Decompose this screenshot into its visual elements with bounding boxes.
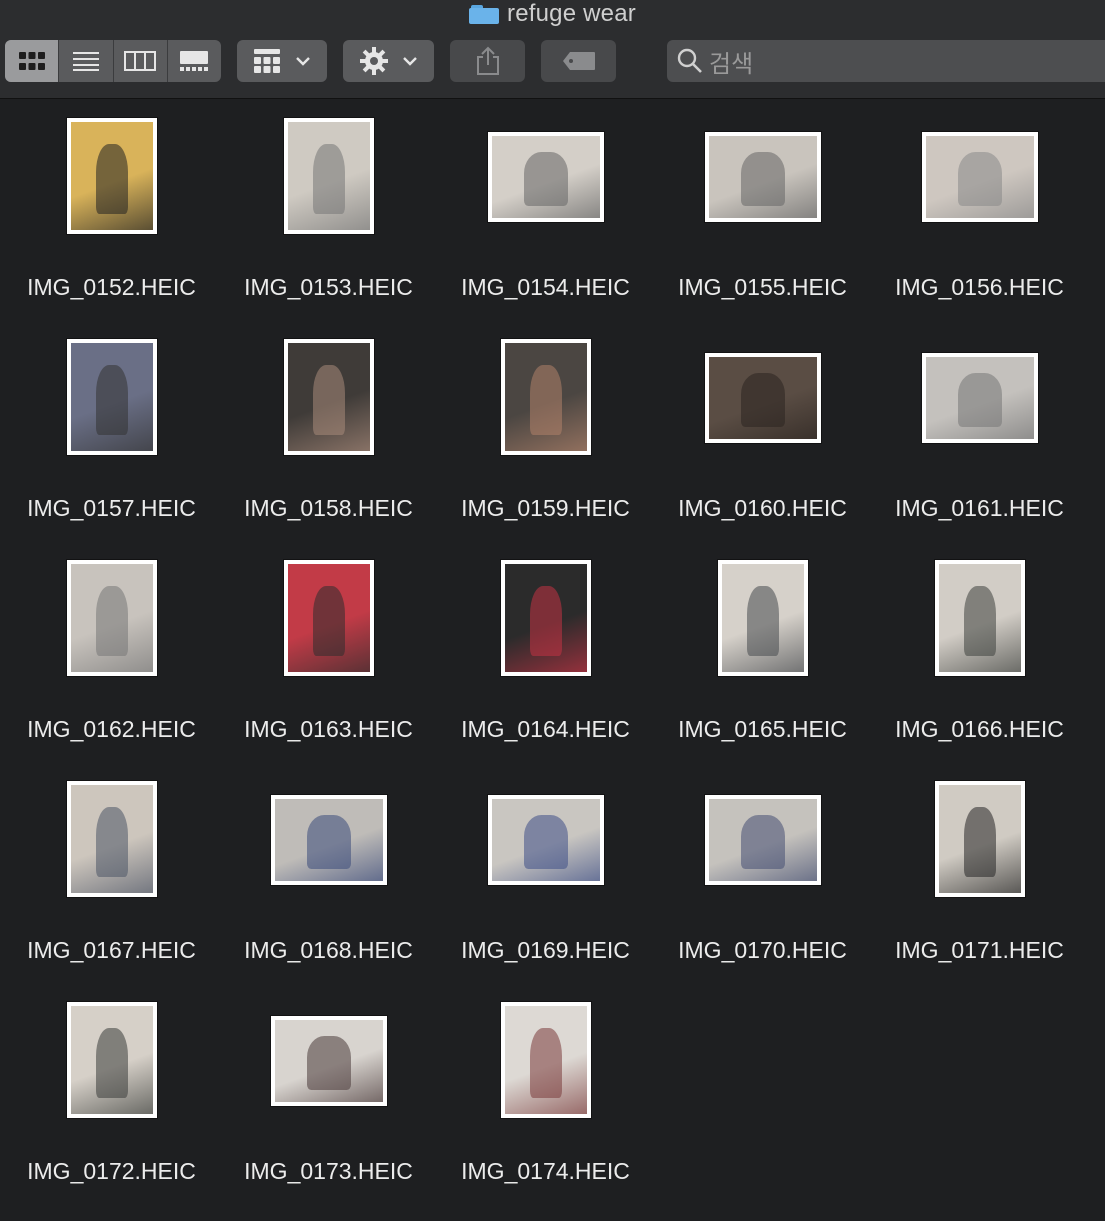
gear-icon: [359, 47, 388, 75]
file-thumbnail[interactable]: [705, 132, 821, 222]
file-name: IMG_0164.HEIC: [461, 716, 630, 742]
file-item[interactable]: IMG_0152.HEIC: [3, 116, 220, 337]
file-thumbnail[interactable]: [501, 1002, 591, 1118]
gallery-view-button[interactable]: [168, 40, 221, 82]
file-item[interactable]: IMG_0159.HEIC: [437, 337, 654, 558]
window-title: refuge wear: [0, 0, 1105, 28]
file-thumbnail[interactable]: [705, 353, 821, 443]
column-view-button[interactable]: [114, 40, 168, 82]
file-name: IMG_0159.HEIC: [461, 495, 630, 521]
file-name: IMG_0160.HEIC: [678, 495, 847, 521]
file-item[interactable]: IMG_0158.HEIC: [220, 337, 437, 558]
file-name: IMG_0166.HEIC: [895, 716, 1064, 742]
file-item[interactable]: IMG_0153.HEIC: [220, 116, 437, 337]
file-item[interactable]: IMG_0154.HEIC: [437, 116, 654, 337]
file-item[interactable]: IMG_0171.HEIC: [871, 779, 1088, 1000]
file-item[interactable]: IMG_0174.HEIC: [437, 1000, 654, 1221]
file-thumbnail[interactable]: [284, 118, 374, 234]
file-thumbnail[interactable]: [501, 560, 591, 676]
file-name: IMG_0167.HEIC: [27, 937, 196, 963]
file-item[interactable]: IMG_0165.HEIC: [654, 558, 871, 779]
view-mode-switcher: [5, 40, 221, 82]
file-thumbnail[interactable]: [922, 353, 1038, 443]
file-name: IMG_0174.HEIC: [461, 1158, 630, 1184]
window-title-text: refuge wear: [507, 0, 636, 27]
file-item[interactable]: IMG_0156.HEIC: [871, 116, 1088, 337]
file-thumbnail[interactable]: [271, 795, 387, 885]
window-toolbar: refuge wear 검색: [0, 0, 1105, 99]
icon-view-button[interactable]: [5, 40, 60, 82]
file-thumbnail[interactable]: [67, 339, 157, 455]
file-name: IMG_0158.HEIC: [244, 495, 413, 521]
file-thumbnail[interactable]: [488, 795, 604, 885]
file-item[interactable]: IMG_0163.HEIC: [220, 558, 437, 779]
file-item[interactable]: IMG_0164.HEIC: [437, 558, 654, 779]
file-name: IMG_0157.HEIC: [27, 495, 196, 521]
file-thumbnail[interactable]: [501, 339, 591, 455]
file-item[interactable]: IMG_0172.HEIC: [3, 1000, 220, 1221]
file-thumbnail[interactable]: [67, 118, 157, 234]
file-thumbnail[interactable]: [488, 132, 604, 222]
list-view-button[interactable]: [59, 40, 114, 82]
file-name: IMG_0155.HEIC: [678, 274, 847, 300]
file-thumbnail[interactable]: [705, 795, 821, 885]
file-name: IMG_0172.HEIC: [27, 1158, 196, 1184]
file-thumbnail[interactable]: [922, 132, 1038, 222]
search-placeholder: 검색: [709, 50, 754, 78]
file-item[interactable]: IMG_0168.HEIC: [220, 779, 437, 1000]
file-thumbnail[interactable]: [67, 560, 157, 676]
file-item[interactable]: IMG_0169.HEIC: [437, 779, 654, 1000]
share-icon: [476, 46, 499, 75]
group-by-button[interactable]: [237, 40, 327, 82]
grid-icon: [18, 52, 45, 70]
file-name: IMG_0168.HEIC: [244, 937, 413, 963]
action-menu-button[interactable]: [343, 40, 434, 82]
file-thumbnail[interactable]: [271, 1016, 387, 1106]
group-grid-icon: [254, 49, 280, 73]
file-name: IMG_0173.HEIC: [244, 1158, 413, 1184]
file-item[interactable]: IMG_0161.HEIC: [871, 337, 1088, 558]
tag-button[interactable]: [541, 40, 616, 82]
file-name: IMG_0170.HEIC: [678, 937, 847, 963]
file-thumbnail[interactable]: [935, 781, 1025, 897]
toolbar: 검색: [0, 40, 1105, 84]
file-thumbnail[interactable]: [67, 781, 157, 897]
file-name: IMG_0169.HEIC: [461, 937, 630, 963]
file-name: IMG_0163.HEIC: [244, 716, 413, 742]
folder-icon: [469, 4, 500, 24]
file-item[interactable]: IMG_0157.HEIC: [3, 337, 220, 558]
file-name: IMG_0152.HEIC: [27, 274, 196, 300]
file-item[interactable]: IMG_0167.HEIC: [3, 779, 220, 1000]
list-icon: [72, 52, 99, 71]
file-name: IMG_0156.HEIC: [895, 274, 1064, 300]
gallery-icon: [180, 51, 209, 71]
file-thumbnail[interactable]: [284, 560, 374, 676]
file-icon-grid: IMG_0152.HEIC IMG_0153.HEIC IMG_0154.HEIC I…: [0, 100, 1105, 1200]
file-thumbnail[interactable]: [935, 560, 1025, 676]
file-name: IMG_0154.HEIC: [461, 274, 630, 300]
file-thumbnail[interactable]: [67, 1002, 157, 1118]
file-item[interactable]: IMG_0166.HEIC: [871, 558, 1088, 779]
file-thumbnail[interactable]: [718, 560, 808, 676]
file-item[interactable]: IMG_0155.HEIC: [654, 116, 871, 337]
file-item[interactable]: IMG_0173.HEIC: [220, 1000, 437, 1221]
file-name: IMG_0162.HEIC: [27, 716, 196, 742]
columns-icon: [124, 51, 157, 71]
chevron-down-icon: [296, 57, 310, 66]
file-thumbnail[interactable]: [284, 339, 374, 455]
share-button[interactable]: [450, 40, 525, 82]
file-item[interactable]: IMG_0162.HEIC: [3, 558, 220, 779]
search-icon: [677, 48, 702, 73]
file-name: IMG_0165.HEIC: [678, 716, 847, 742]
chevron-down-icon: [402, 57, 417, 66]
file-name: IMG_0153.HEIC: [244, 274, 413, 300]
search-field[interactable]: 검색: [667, 40, 1105, 82]
file-name: IMG_0161.HEIC: [895, 495, 1064, 521]
file-item[interactable]: IMG_0170.HEIC: [654, 779, 871, 1000]
tag-icon: [562, 52, 595, 70]
file-name: IMG_0171.HEIC: [895, 937, 1064, 963]
file-item[interactable]: IMG_0160.HEIC: [654, 337, 871, 558]
